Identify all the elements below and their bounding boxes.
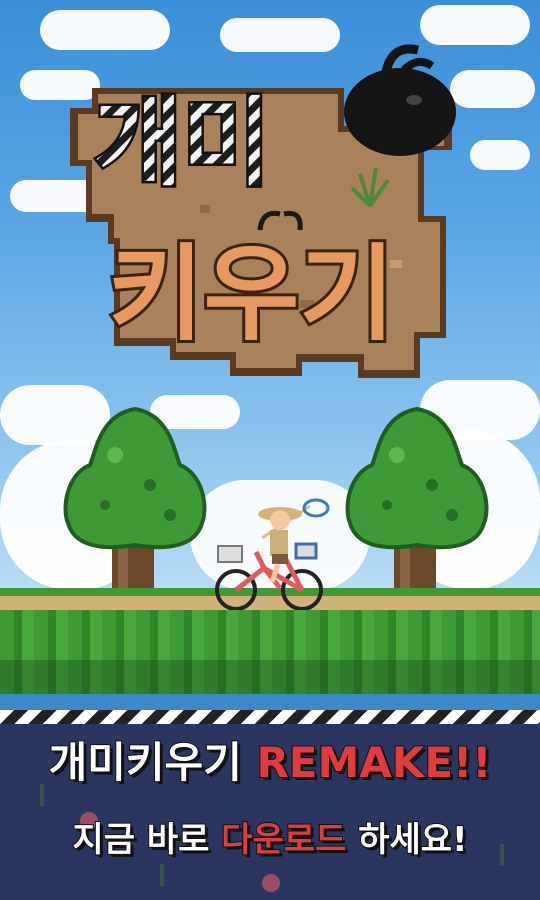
stripe-border (0, 710, 540, 724)
river (0, 694, 540, 710)
tree-right (345, 406, 489, 605)
weed-decoration (160, 864, 164, 886)
game-logo: 개미 키우기 (70, 44, 456, 378)
logo-line2: 키우기 (108, 233, 395, 355)
promo-subtitle-prefix: 지금 바로 (71, 819, 210, 861)
flower-decoration (262, 874, 280, 892)
tree-left (63, 406, 207, 605)
promo-subtitle: 지금 바로 다운로드 하세요! (0, 818, 540, 862)
promo-subtitle-suffix: 하세요! (357, 819, 468, 861)
game-scene: 개미 키우기 개미키우기 REMAKE!! 지금 바로 다운로드 하세요! (0, 0, 540, 900)
logo-line1: 개미 (94, 87, 271, 199)
cyclist-character (215, 498, 330, 611)
promo-title-remake: REMAKE!! (255, 737, 492, 788)
promo-title-game: 개미키우기 (48, 737, 243, 788)
ant-icon (344, 44, 456, 156)
download-link[interactable]: 다운로드 (220, 819, 347, 861)
hedge-shade (0, 660, 540, 694)
promo-title: 개미키우기 REMAKE!! (0, 737, 540, 788)
